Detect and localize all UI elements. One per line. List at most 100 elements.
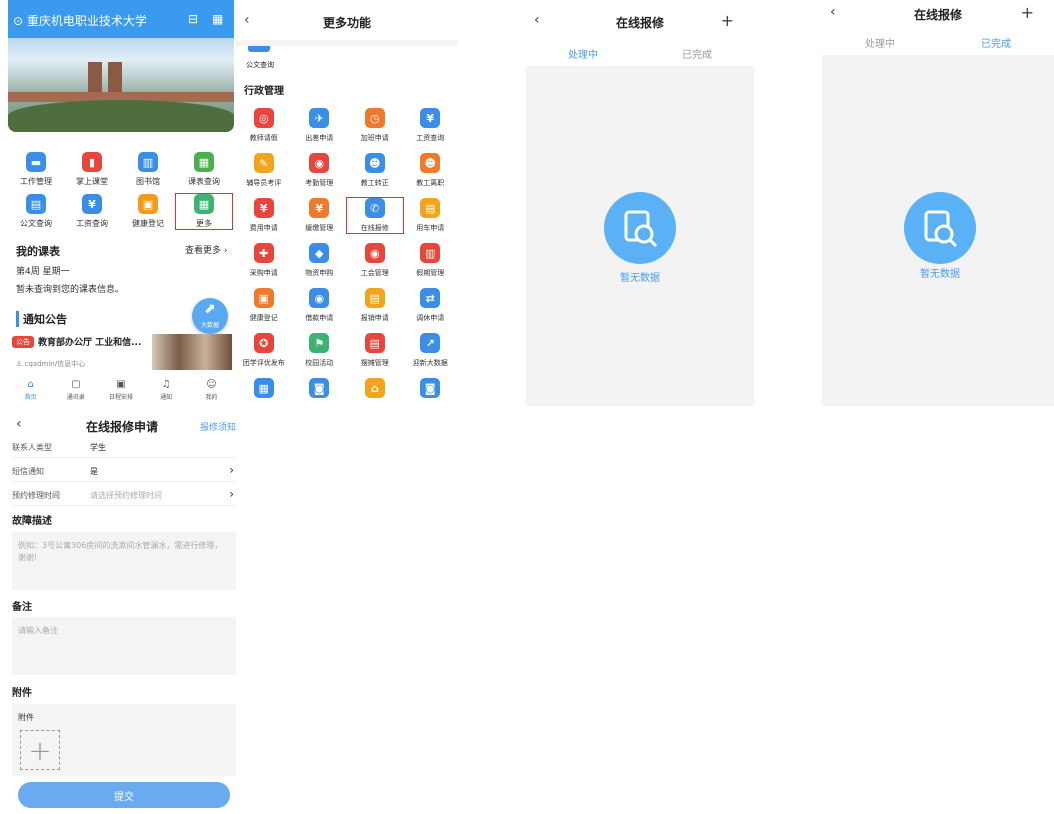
app-item[interactable]: ✈ 出差申请: [292, 108, 348, 143]
notice-title: 通知公告: [16, 311, 67, 327]
app-item[interactable]: ◙: [403, 378, 459, 403]
remark-input[interactable]: 请输入备注: [12, 617, 236, 675]
app-item[interactable]: ¥ 工资查询: [403, 108, 459, 143]
health-icon: ▣: [253, 288, 274, 308]
app-item[interactable]: ◉ 工会管理: [347, 243, 403, 278]
chart-icon: ⬈: [204, 301, 216, 317]
overtime-icon: ◷: [364, 108, 385, 128]
submit-button[interactable]: 提交: [18, 782, 230, 808]
location-label[interactable]: ⊙ 重庆机电职业技术大学: [13, 12, 147, 29]
tab-schedule[interactable]: ▣ 日程安排: [98, 378, 143, 406]
app-item[interactable]: ✎ 辅导员考评: [236, 153, 292, 188]
plane-icon: ✈: [309, 108, 330, 128]
app-row: ¥ 费用申请 ¥ 缓缴管理 ✆ 在线报修 ▤ 用车申请: [236, 197, 459, 234]
fault-description-input[interactable]: 例如：3号公寓306房间的洗漱间水管漏水，需进行修理，谢谢!: [12, 532, 236, 590]
form-row[interactable]: 联系人类型 学生: [12, 436, 236, 458]
award-icon: ✪: [253, 333, 274, 353]
add-icon[interactable]: +: [1021, 3, 1034, 22]
app-item-label: 假期管理: [416, 269, 445, 277]
upload-plus-icon[interactable]: +: [20, 730, 60, 770]
tab-profile[interactable]: ☺ 我的: [189, 378, 234, 406]
schedule-empty: 暂未查询到您的课表信息。: [16, 285, 125, 295]
chart-icon: ↗: [420, 333, 441, 353]
app-item[interactable]: ▤ 用车申请: [403, 198, 459, 233]
app-item[interactable]: ◉ 考勤管理: [292, 153, 348, 188]
search-doc-icon: ◙: [420, 378, 441, 398]
app-item[interactable]: ¥ 工资查询: [64, 194, 120, 229]
app-item[interactable]: ◎ 教师请假: [236, 108, 292, 143]
bottom-tabbar: ⌂ 首页 ▢ 通讯录 ▣ 日程安排 ♫ 通知 ☺ 我的: [8, 378, 234, 406]
schedule-icon: ▣: [116, 379, 126, 390]
app-item[interactable]: ↗ 迎新大数据: [403, 333, 459, 368]
home-screen: ⊙ 重庆机电职业技术大学 ⊟ ▦ ▬ 工作管理 ▮ 掌上课堂 ▥ 图书馆 ▦ 课表查询 ▤ 公文…: [8, 0, 234, 408]
app-item-label: 课表查询: [188, 177, 220, 186]
app-item-top[interactable]: 公文查询: [246, 60, 274, 70]
app-item-label: 调休申请: [416, 314, 445, 322]
notice-item[interactable]: 公告 教育部办公厅 工业和信... ♙ cqadmin/信息中心: [12, 332, 234, 372]
app-item[interactable]: ✚ 采购申请: [236, 243, 292, 278]
app-row-1: ▬ 工作管理 ▮ 掌上课堂 ▥ 图书馆 ▦ 课表查询: [8, 152, 234, 187]
app-row: ✚ 采购申请 ◆ 物资申购 ◉ 工会管理 ▥ 假期管理: [236, 243, 458, 278]
app-item[interactable]: ▦ 更多: [175, 193, 233, 230]
app-item[interactable]: ⇄ 调休申请: [403, 288, 459, 323]
app-item[interactable]: ◆ 物资申购: [292, 243, 348, 278]
form-row-value: 是: [90, 467, 98, 476]
tab-label: 我的: [205, 394, 218, 401]
schedule-more-link[interactable]: 查看更多 ›: [185, 243, 227, 256]
tab-contacts[interactable]: ▢ 通讯录: [53, 378, 98, 406]
app-item[interactable]: ▤ 报销申请: [347, 288, 403, 323]
app-item[interactable]: ▣ 健康登记: [120, 194, 176, 229]
tab-done[interactable]: 已完成: [938, 35, 1054, 56]
app-item-label: 教师请假: [249, 134, 278, 142]
app-item[interactable]: ✪ 团学评优发布: [236, 333, 292, 368]
repair-list-done-screen: ‹ 在线报修 + 处理中 已完成 暂无数据: [822, 0, 1054, 406]
app-item[interactable]: ⌂: [347, 378, 403, 403]
app-item[interactable]: ▤ 公文查询: [8, 194, 64, 229]
bigdata-fab[interactable]: ⬈ 大数据: [192, 298, 228, 334]
notice-headline: 教育部办公厅 工业和信...: [38, 338, 142, 348]
tab-bell[interactable]: ♫ 通知: [144, 378, 189, 406]
attendance-icon: ◉: [309, 153, 330, 173]
app-item-label: 健康登记: [132, 219, 164, 228]
swap-icon: ⇄: [420, 288, 441, 308]
app-item[interactable]: ☻ 教工离职: [403, 153, 459, 188]
app-item[interactable]: ◷ 加班申请: [347, 108, 403, 143]
app-item[interactable]: ▬ 工作管理: [8, 152, 64, 187]
purchase-icon: ✚: [253, 243, 274, 263]
app-item[interactable]: ▦: [236, 378, 292, 403]
app-item[interactable]: ¥ 费用申请: [236, 198, 292, 233]
app-row-2: ▤ 公文查询 ¥ 工资查询 ▣ 健康登记 ▦ 更多: [8, 193, 234, 230]
app-item[interactable]: ✆ 在线报修: [346, 197, 404, 234]
app-item[interactable]: ▣ 健康登记: [236, 288, 292, 323]
form-row[interactable]: 短信通知 是 ›: [12, 460, 236, 482]
tab-processing[interactable]: 处理中: [822, 35, 938, 56]
form-row[interactable]: 预约修理时间 请选择预约修理时间 ›: [12, 484, 236, 506]
tab-processing[interactable]: 处理中: [526, 46, 640, 67]
app-item[interactable]: ▦ 课表查询: [176, 152, 232, 187]
app-item[interactable]: ☻ 教工转正: [347, 153, 403, 188]
app-item-label: 在线报修: [360, 224, 389, 232]
app-item[interactable]: ¥ 缓缴管理: [292, 198, 348, 233]
navbar: ‹ 在线报修申请 报修须知: [8, 412, 236, 436]
app-item[interactable]: ◙: [292, 378, 348, 403]
document-icon: [248, 46, 270, 52]
app-item-label: 考勤管理: [305, 179, 334, 187]
qr-scan-icon[interactable]: ▦: [212, 12, 223, 26]
form-row-label: 预约修理时间: [12, 491, 60, 500]
app-item[interactable]: ▥ 假期管理: [403, 243, 459, 278]
app-item[interactable]: ▮ 掌上课堂: [64, 152, 120, 187]
app-item[interactable]: ⚑ 校园活动: [292, 333, 348, 368]
app-item[interactable]: ▥ 图书馆: [120, 152, 176, 187]
app-item[interactable]: ▤ 摆摊管理: [347, 333, 403, 368]
add-icon[interactable]: +: [721, 11, 734, 30]
tab-home[interactable]: ⌂ 首页: [8, 378, 53, 406]
repair-notice-link[interactable]: 报修须知: [200, 420, 236, 433]
empty-search-icon: [904, 192, 976, 264]
tab-done[interactable]: 已完成: [640, 46, 754, 67]
attachment-title: 附件: [12, 688, 32, 699]
building-icon: ▦: [253, 378, 274, 398]
minimize-icon[interactable]: ⊟: [188, 12, 198, 26]
app-item-label: 迎新大数据: [412, 359, 448, 367]
app-item-label: 掌上课堂: [76, 177, 108, 186]
app-item[interactable]: ◉ 借款申请: [292, 288, 348, 323]
